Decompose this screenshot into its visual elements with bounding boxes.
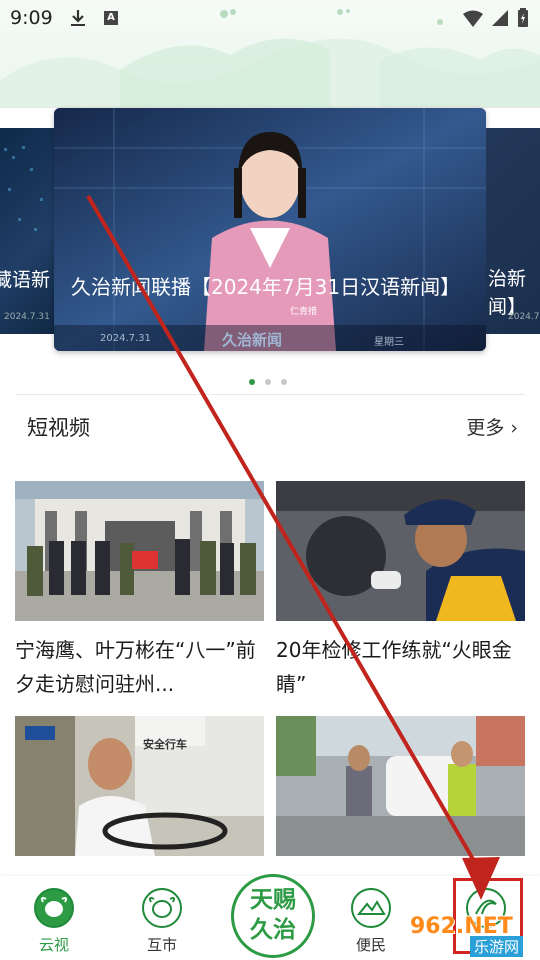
video-lower-third: 2024.7.31 久治新闻 星期三 (54, 325, 486, 351)
nav-label: 云视 (38, 936, 69, 954)
yak-icon (142, 888, 182, 928)
news-anchor-image (54, 108, 486, 351)
overlay-date: 2024.7.31 (100, 333, 151, 344)
video-card[interactable] (276, 716, 525, 868)
carousel-card-caption: 久治新闻联播【2024年7月31日汉语新闻】 (71, 275, 461, 299)
video-thumbnail (276, 716, 525, 856)
overlay-brand: 久治新闻 (222, 331, 283, 349)
nav-item-market[interactable]: 互市 (122, 888, 202, 955)
carousel-card-date: 2024.7.31 (4, 312, 50, 322)
video-thumbnail (276, 481, 525, 621)
carousel-card-next[interactable]: 治新闻】 2024.7.29 (486, 128, 540, 334)
status-bar: 9:09 A (0, 0, 540, 36)
news-carousel[interactable]: 日藏语新 2024.7.31 2024.7.31 久治新闻 星期三 (0, 108, 540, 385)
more-label: 更多 (466, 417, 505, 439)
carousel-dot[interactable] (265, 379, 271, 385)
carousel-dot[interactable] (281, 379, 287, 385)
carousel-card-current[interactable]: 2024.7.31 久治新闻 星期三 仁青措 久治新闻联播【2024年7月31日… (54, 108, 486, 351)
carousel-card-caption: 日藏语新 (0, 269, 50, 291)
watermark-logo: 962.NET 乐游网 (404, 912, 536, 957)
video-thumbnail: 安全行车 (15, 716, 264, 856)
carousel-pagination (249, 370, 297, 389)
video-thumbnail (15, 481, 264, 621)
nav-label: 便民 (355, 936, 386, 954)
thumbnail-overlay-text: 安全行车 (143, 738, 187, 751)
notification-a-icon: A (104, 11, 118, 25)
yak-icon (34, 888, 74, 928)
video-title: 20年检修工作练就“火眼金睛” (276, 638, 512, 696)
battery-icon (518, 8, 528, 27)
video-card[interactable]: 宁海鹰、叶万彬在“八一”前夕走访慰问驻州... (15, 481, 264, 701)
wifi-icon (463, 10, 483, 27)
tech-pattern (4, 146, 43, 231)
status-time: 9:09 (10, 7, 53, 29)
mountain-icon (351, 888, 391, 928)
chevron-right-icon: › (510, 417, 518, 439)
video-card[interactable]: 安全行车 (15, 716, 264, 868)
carousel-dot-active[interactable] (249, 379, 255, 385)
section-divider (15, 394, 525, 395)
video-card[interactable]: 20年检修工作练就“火眼金睛” (276, 481, 525, 701)
watermark-subtext: 乐游网 (470, 936, 524, 957)
nav-item-cloud-video[interactable]: 云视 (14, 888, 94, 955)
overlay-anchor-name: 仁青措 (290, 307, 318, 317)
carousel-card-previous[interactable]: 日藏语新 2024.7.31 (0, 128, 54, 334)
section-title: 短视频 (27, 416, 90, 440)
more-link[interactable]: 更多 › (466, 413, 518, 440)
logo-text-line: 天赐 (250, 887, 296, 913)
carousel-card-date: 2024.7.29 (508, 312, 540, 322)
nav-label: 互市 (146, 936, 177, 954)
nav-item-convenience[interactable]: 便民 (331, 888, 411, 955)
video-title: 宁海鹰、叶万彬在“八一”前夕走访慰问驻州... (15, 638, 256, 696)
signal-icon (492, 10, 508, 26)
download-icon (71, 10, 85, 26)
overlay-weekday: 星期三 (374, 337, 404, 348)
logo-text-line: 久治 (250, 917, 296, 943)
nav-center-logo-button[interactable]: 天赐 久治 (231, 874, 315, 958)
